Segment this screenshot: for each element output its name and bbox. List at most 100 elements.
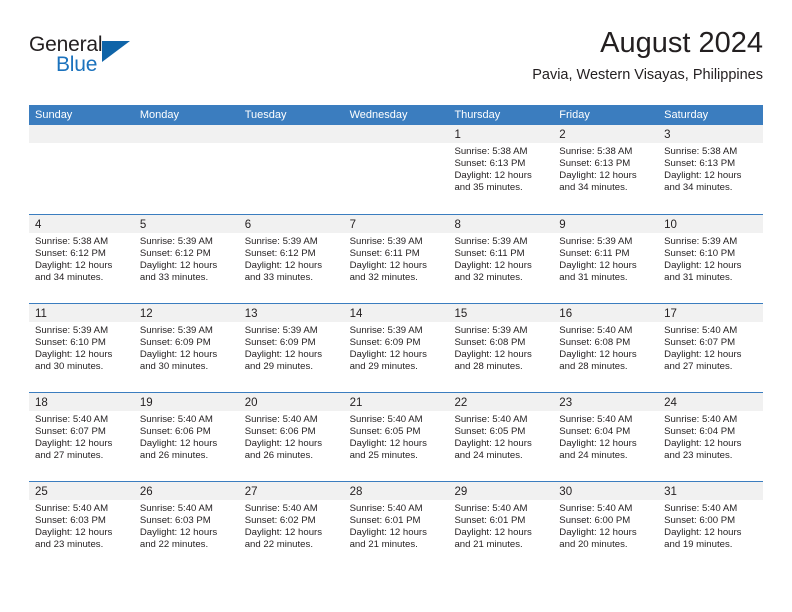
weekday-header-thursday: Thursday (454, 109, 501, 121)
calendar-day-cell[interactable]: 20 Sunrise: 5:40 AM Sunset: 6:06 PM Dayligh… (238, 393, 344, 481)
calendar-day-cell[interactable]: 9 Sunrise: 5:39 AM Sunset: 6:11 PM Daylight… (553, 215, 659, 303)
sunset-text: Sunset: 6:09 PM (139, 336, 211, 348)
calendar-day-cell[interactable]: 24 Sunrise: 5:40 AM Sunset: 6:04 PM Dayligh… (658, 393, 764, 481)
daylight-text-line1: Daylight: 12 hours (559, 348, 637, 360)
sunrise-text: Sunrise: 5:40 AM (664, 503, 738, 514)
daylight-text-line1: Daylight: 12 hours (664, 526, 742, 538)
day-number-band: 21 (343, 393, 449, 411)
daylight-text-line1: Daylight: 12 hours (454, 348, 532, 360)
calendar-day-cell[interactable]: 30 Sunrise: 5:40 AM Sunset: 6:00 PM Dayligh… (553, 482, 659, 570)
calendar-day-cell[interactable]: 10 Sunrise: 5:39 AM Sunset: 6:10 PM Dayligh… (658, 215, 764, 303)
sunset-text: Sunset: 6:04 PM (664, 425, 736, 437)
day-number-band: 25 (29, 482, 134, 500)
day-number: 15 (454, 308, 468, 320)
day-number: 25 (35, 486, 48, 498)
calendar-day-cell[interactable]: 11 Sunrise: 5:39 AM Sunset: 6:10 PM Dayligh… (29, 304, 134, 392)
day-number-band: 12 (133, 304, 239, 322)
sunset-text: Sunset: 6:13 PM (454, 157, 526, 169)
calendar-day-cell[interactable]: 27 Sunrise: 5:40 AM Sunset: 6:02 PM Dayligh… (238, 482, 344, 570)
daylight-text-line2: and 28 minutes. (454, 360, 523, 372)
sunset-text: Sunset: 6:02 PM (244, 514, 316, 526)
day-number: 18 (35, 397, 48, 409)
sunrise-text: Sunrise: 5:38 AM (664, 146, 738, 157)
daylight-text-line1: Daylight: 12 hours (35, 526, 113, 538)
calendar-day-cell[interactable]: 1 Sunrise: 5:38 AM Sunset: 6:13 PM Daylight… (448, 125, 554, 214)
day-number-band: 30 (553, 482, 659, 500)
daylight-text-line2: and 22 minutes. (244, 538, 313, 550)
calendar-day-cell[interactable]: 2 Sunrise: 5:38 AM Sunset: 6:13 PM Daylight… (553, 125, 659, 214)
daylight-text-line2: and 33 minutes. (244, 271, 313, 283)
day-details: Sunrise: 5:40 AM Sunset: 6:08 PM Daylight:… (553, 322, 658, 373)
calendar-day-cell[interactable]: 31 Sunrise: 5:40 AM Sunset: 6:00 PM Dayligh… (658, 482, 764, 570)
day-number-band: 27 (238, 482, 344, 500)
calendar-day-cell[interactable]: 8 Sunrise: 5:39 AM Sunset: 6:11 PM Daylight… (448, 215, 554, 303)
sunset-text: Sunset: 6:01 PM (349, 514, 421, 526)
page-header: General Blue August 2024 Pavia, Western … (29, 28, 763, 98)
day-number-band: 29 (448, 482, 554, 500)
calendar-day-cell[interactable]: 21 Sunrise: 5:40 AM Sunset: 6:05 PM Dayligh… (343, 393, 449, 481)
sunset-text: Sunset: 6:04 PM (559, 425, 631, 437)
day-details: Sunrise: 5:39 AM Sunset: 6:11 PM Daylight:… (344, 233, 449, 284)
calendar-day-cell[interactable]: 29 Sunrise: 5:40 AM Sunset: 6:01 PM Dayligh… (448, 482, 554, 570)
sunrise-text: Sunrise: 5:40 AM (349, 503, 423, 514)
calendar-day-cell[interactable]: 13 Sunrise: 5:39 AM Sunset: 6:09 PM Dayligh… (238, 304, 344, 392)
calendar-day-cell[interactable]: 26 Sunrise: 5:40 AM Sunset: 6:03 PM Dayligh… (133, 482, 239, 570)
day-number: 12 (139, 308, 153, 320)
day-details: Sunrise: 5:39 AM Sunset: 6:08 PM Daylight:… (448, 322, 553, 373)
daylight-text-line2: and 31 minutes. (664, 271, 733, 283)
day-number-band (343, 125, 449, 143)
day-details: Sunrise: 5:40 AM Sunset: 6:05 PM Daylight:… (448, 411, 553, 462)
day-number-band: 5 (133, 215, 239, 233)
calendar-day-cell[interactable]: 16 Sunrise: 5:40 AM Sunset: 6:08 PM Dayligh… (553, 304, 659, 392)
sunrise-text: Sunrise: 5:40 AM (454, 414, 528, 425)
calendar-day-cell[interactable]: 5 Sunrise: 5:39 AM Sunset: 6:12 PM Daylight… (133, 215, 239, 303)
daylight-text-line1: Daylight: 12 hours (244, 526, 323, 538)
daylight-text-line2: and 20 minutes. (559, 538, 628, 550)
daylight-text-line1: Daylight: 12 hours (664, 437, 742, 449)
sunset-text: Sunset: 6:05 PM (454, 425, 526, 437)
calendar-day-cell[interactable]: 22 Sunrise: 5:40 AM Sunset: 6:05 PM Dayligh… (448, 393, 554, 481)
calendar-day-cell[interactable]: 7 Sunrise: 5:39 AM Sunset: 6:11 PM Daylight… (343, 215, 449, 303)
day-details: Sunrise: 5:39 AM Sunset: 6:11 PM Daylight:… (553, 233, 658, 284)
sunset-text: Sunset: 6:00 PM (559, 514, 631, 526)
weekday-header-friday: Friday (559, 109, 590, 121)
calendar-day-cell[interactable]: 28 Sunrise: 5:40 AM Sunset: 6:01 PM Dayligh… (343, 482, 449, 570)
daylight-text-line1: Daylight: 12 hours (559, 526, 637, 538)
calendar-page: General Blue August 2024 Pavia, Western … (0, 0, 792, 612)
calendar-day-cell[interactable]: 18 Sunrise: 5:40 AM Sunset: 6:07 PM Dayligh… (29, 393, 134, 481)
daylight-text-line2: and 26 minutes. (244, 449, 313, 461)
calendar-week-row: 25 Sunrise: 5:40 AM Sunset: 6:03 PM Dayligh… (29, 481, 764, 570)
sunrise-text: Sunrise: 5:40 AM (454, 503, 528, 514)
calendar-day-cell[interactable]: 12 Sunrise: 5:39 AM Sunset: 6:09 PM Dayligh… (133, 304, 239, 392)
calendar-day-cell[interactable]: 19 Sunrise: 5:40 AM Sunset: 6:06 PM Dayligh… (133, 393, 239, 481)
calendar-day-cell-empty (133, 125, 239, 214)
sunset-text: Sunset: 6:07 PM (35, 425, 106, 437)
day-details: Sunrise: 5:39 AM Sunset: 6:12 PM Daylight:… (239, 233, 344, 284)
calendar-day-cell[interactable]: 17 Sunrise: 5:40 AM Sunset: 6:07 PM Dayligh… (658, 304, 764, 392)
sunset-text: Sunset: 6:01 PM (454, 514, 526, 526)
daylight-text-line1: Daylight: 12 hours (244, 437, 323, 449)
day-number: 13 (244, 308, 258, 320)
sunrise-text: Sunrise: 5:38 AM (454, 146, 528, 157)
day-number: 29 (454, 486, 468, 498)
calendar-day-cell[interactable]: 4 Sunrise: 5:38 AM Sunset: 6:12 PM Daylight… (29, 215, 134, 303)
day-number: 20 (244, 397, 258, 409)
brand-logo[interactable]: General Blue (29, 34, 149, 82)
day-number-band: 22 (448, 393, 554, 411)
sunset-text: Sunset: 6:13 PM (559, 157, 631, 169)
daylight-text-line2: and 30 minutes. (139, 360, 209, 372)
calendar-day-cell[interactable]: 3 Sunrise: 5:38 AM Sunset: 6:13 PM Daylight… (658, 125, 764, 214)
day-number-band (29, 125, 134, 143)
calendar-day-cell[interactable]: 6 Sunrise: 5:39 AM Sunset: 6:12 PM Daylight… (238, 215, 344, 303)
sunrise-text: Sunrise: 5:40 AM (664, 325, 738, 336)
sunrise-text: Sunrise: 5:39 AM (454, 236, 528, 247)
day-details: Sunrise: 5:40 AM Sunset: 6:01 PM Daylight:… (448, 500, 553, 551)
day-details: Sunrise: 5:40 AM Sunset: 6:03 PM Daylight:… (134, 500, 239, 551)
daylight-text-line1: Daylight: 12 hours (454, 169, 532, 181)
daylight-text-line2: and 33 minutes. (139, 271, 209, 283)
calendar-day-cell[interactable]: 25 Sunrise: 5:40 AM Sunset: 6:03 PM Dayligh… (29, 482, 134, 570)
calendar-day-cell[interactable]: 15 Sunrise: 5:39 AM Sunset: 6:08 PM Dayligh… (448, 304, 554, 392)
calendar-day-cell[interactable]: 14 Sunrise: 5:39 AM Sunset: 6:09 PM Dayligh… (343, 304, 449, 392)
calendar-day-cell[interactable]: 23 Sunrise: 5:40 AM Sunset: 6:04 PM Dayligh… (553, 393, 659, 481)
day-details: Sunrise: 5:38 AM Sunset: 6:12 PM Daylight:… (29, 233, 134, 284)
